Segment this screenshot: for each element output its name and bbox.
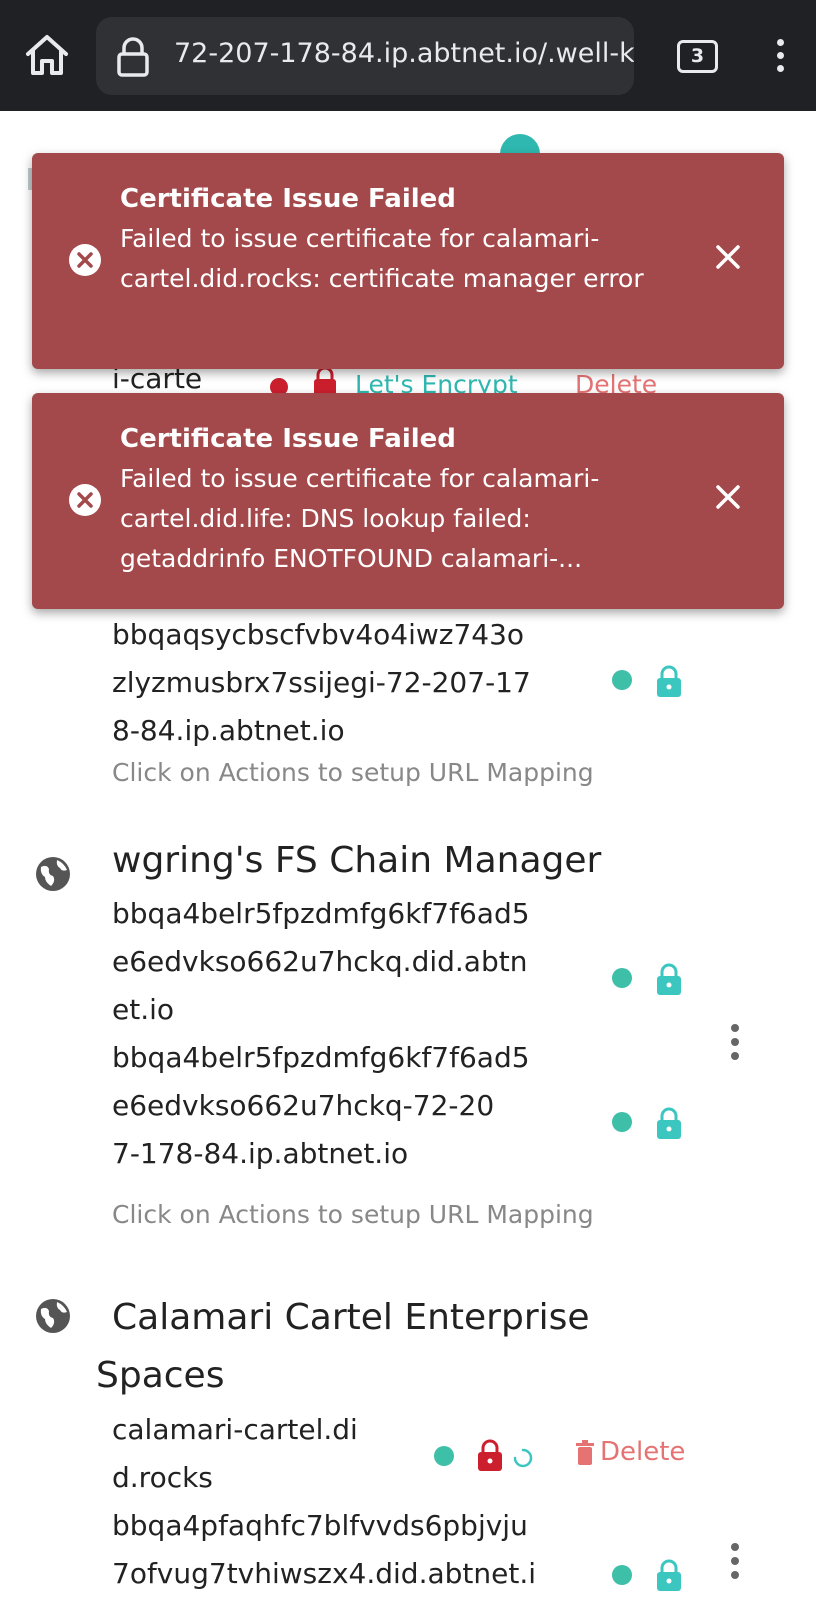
lock-icon: [657, 665, 681, 697]
close-icon[interactable]: [710, 239, 746, 275]
url-mapping-hint: Click on Actions to setup URL Mapping: [112, 758, 594, 787]
domain-line: calamari-cartel.di: [112, 1413, 358, 1446]
error-toast: Certificate Issue Failed Failed to issue…: [32, 153, 784, 369]
close-icon[interactable]: [710, 479, 746, 515]
actions-menu-icon[interactable]: [728, 1024, 742, 1060]
domain-line: bbqa4belr5fpzdmfg6kf7f6ad5: [112, 897, 530, 930]
toast-title: Certificate Issue Failed: [120, 184, 456, 214]
status-dot: [612, 670, 632, 690]
url-text: 72-207-178-84.ip.abtnet.io/.well-kn: [174, 38, 634, 69]
domain-line: d.rocks: [112, 1461, 213, 1494]
app-title: Calamari Cartel Enterprise: [112, 1297, 590, 1338]
lock-icon: [117, 37, 149, 77]
status-dot: [434, 1446, 454, 1466]
error-icon: [69, 484, 101, 516]
domain-line: bbqa4belr5fpzdmfg6kf7f6ad5: [112, 1041, 530, 1074]
url-mapping-hint: Click on Actions to setup URL Mapping: [112, 1200, 594, 1229]
domain-line: 7ofvug7tvhiwszx4.did.abtnet.i: [112, 1557, 537, 1590]
lock-icon: [657, 1107, 681, 1139]
domain-line: e6edvkso662u7hckq-72-20: [112, 1089, 495, 1122]
home-icon[interactable]: [22, 30, 72, 80]
address-bar[interactable]: 72-207-178-84.ip.abtnet.io/.well-kn: [96, 17, 634, 95]
domain-line: 8-84.ip.abtnet.io: [112, 714, 345, 747]
domain-line: e6edvkso662u7hckq.did.abtn: [112, 945, 528, 978]
lock-icon: [657, 963, 681, 995]
toast-title: Certificate Issue Failed: [120, 424, 456, 454]
trash-icon[interactable]: [575, 1440, 595, 1466]
error-toast: Certificate Issue Failed Failed to issue…: [32, 393, 784, 609]
tab-switcher-button[interactable]: 3: [677, 40, 718, 73]
lock-icon: [657, 1559, 681, 1591]
browser-menu-icon[interactable]: [766, 36, 796, 76]
globe-icon: [36, 1299, 70, 1333]
delete-button[interactable]: Delete: [600, 1437, 685, 1467]
loading-spinner-icon: [513, 1448, 533, 1468]
app-title: Spaces: [96, 1355, 225, 1396]
domain-line: et.io: [112, 993, 175, 1026]
app-title: wgring's FS Chain Manager: [112, 840, 602, 881]
domain-line: bbqaqsycbscfvbv4o4iwz743o: [112, 618, 525, 651]
status-dot: [612, 968, 632, 988]
lock-icon: [478, 1439, 502, 1471]
domain-line: 7-178-84.ip.abtnet.io: [112, 1137, 409, 1170]
domain-line: bbqa4pfaqhfc7blfvvds6pbjvju: [112, 1509, 528, 1542]
status-dot: [612, 1112, 632, 1132]
toast-message: Failed to issue certificate for calamari…: [120, 464, 600, 573]
toast-message: Failed to issue certificate for calamari…: [120, 224, 644, 293]
browser-toolbar: 72-207-178-84.ip.abtnet.io/.well-kn 3: [0, 0, 816, 111]
status-dot: [612, 1565, 632, 1585]
globe-icon: [36, 857, 70, 891]
domain-line: zlyzmusbrx7ssijegi-72-207-17: [112, 666, 531, 699]
error-icon: [69, 244, 101, 276]
actions-menu-icon[interactable]: [728, 1543, 742, 1579]
